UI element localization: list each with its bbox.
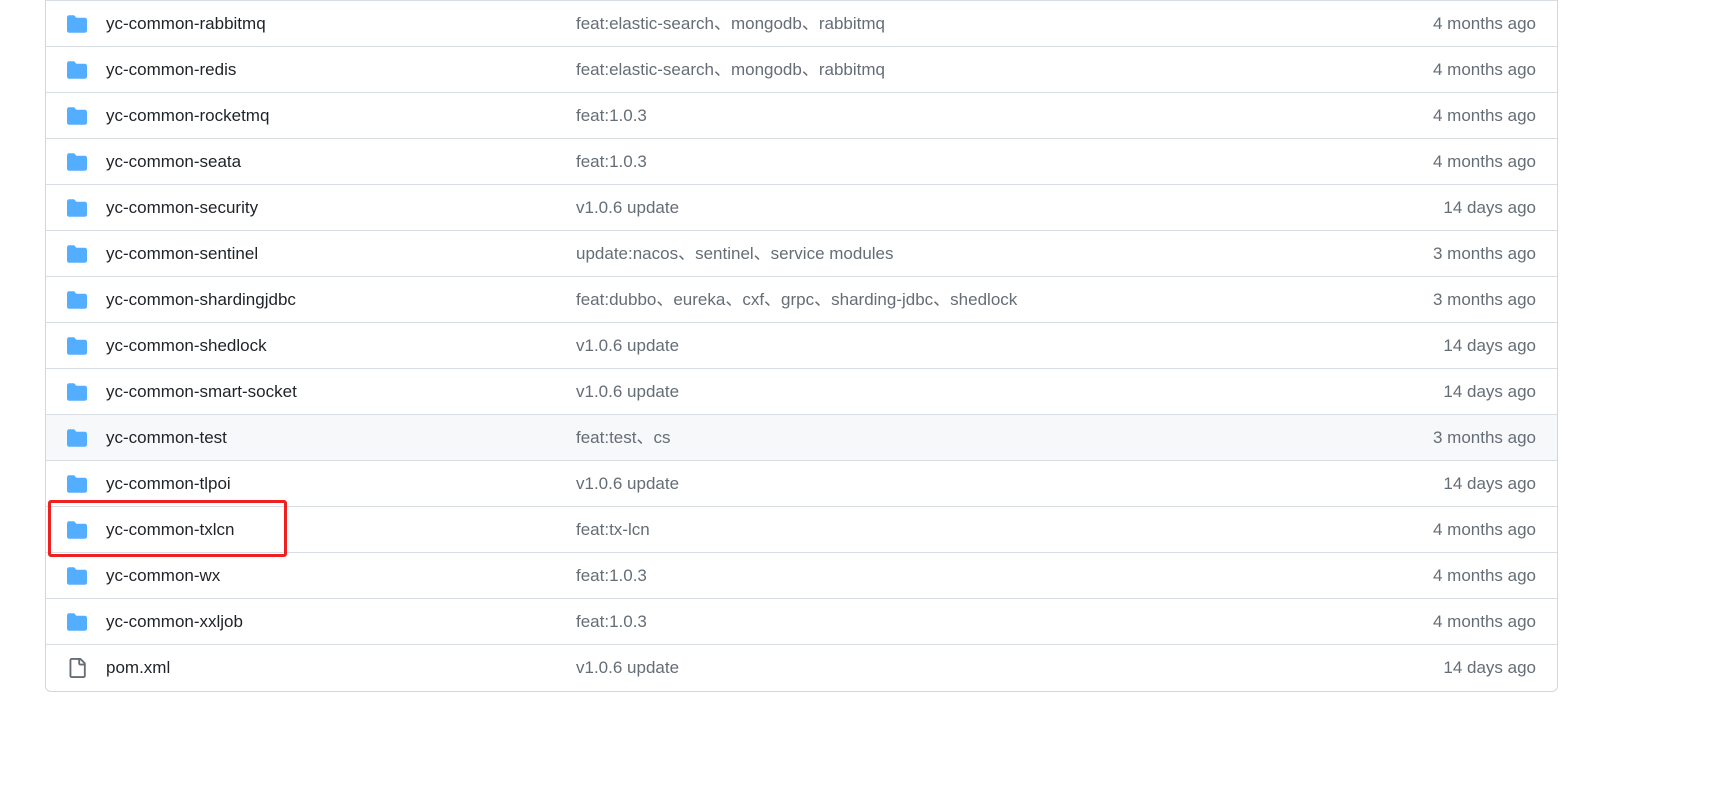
commit-age: 4 months ago bbox=[1432, 519, 1536, 539]
commit-message-link[interactable]: feat:elastic-search、mongodb、rabbitmq bbox=[576, 14, 885, 34]
file-name-link[interactable]: yc-common-redis bbox=[106, 60, 236, 80]
commit-age: 4 months ago bbox=[1432, 13, 1536, 33]
file-name-link[interactable]: yc-common-wx bbox=[106, 566, 220, 586]
file-name-link[interactable]: yc-common-xxljob bbox=[106, 612, 243, 632]
commit-age: 14 days ago bbox=[1443, 473, 1536, 493]
commit-message-link[interactable]: v1.0.6 update bbox=[576, 382, 679, 402]
file-name-link[interactable]: yc-common-txlcn bbox=[106, 520, 234, 540]
commit-age: 4 months ago bbox=[1432, 151, 1536, 171]
commit-message-link[interactable]: v1.0.6 update bbox=[576, 198, 679, 218]
file-name-link[interactable]: yc-common-rocketmq bbox=[106, 106, 269, 126]
commit-age: 4 months ago bbox=[1432, 611, 1536, 631]
folder-icon bbox=[67, 153, 87, 171]
commit-message-link[interactable]: v1.0.6 update bbox=[576, 658, 679, 678]
file-row-folder[interactable]: yc-common-redis feat:elastic-search、mong… bbox=[46, 46, 1557, 92]
folder-icon bbox=[67, 429, 87, 447]
file-name-link[interactable]: yc-common-test bbox=[106, 428, 227, 448]
file-row-folder[interactable]: yc-common-txlcn feat:tx-lcn 4 months ago bbox=[46, 506, 1557, 552]
file-name-link[interactable]: yc-common-sentinel bbox=[106, 244, 258, 264]
file-row-folder-hovered[interactable]: yc-common-test feat:test、cs 3 months ago bbox=[46, 414, 1557, 460]
file-name-link[interactable]: yc-common-seata bbox=[106, 152, 241, 172]
file-name-link[interactable]: yc-common-shardingjdbc bbox=[106, 290, 296, 310]
file-row-folder[interactable]: yc-common-shardingjdbc feat:dubbo、eureka… bbox=[46, 276, 1557, 322]
commit-age: 4 months ago bbox=[1432, 565, 1536, 585]
commit-age: 14 days ago bbox=[1443, 335, 1536, 355]
commit-message-link[interactable]: feat:dubbo、eureka、cxf、grpc、sharding-jdbc… bbox=[576, 290, 1017, 310]
file-row-file[interactable]: pom.xml v1.0.6 update 14 days ago bbox=[46, 644, 1557, 690]
commit-age: 4 months ago bbox=[1432, 59, 1536, 79]
folder-icon bbox=[67, 337, 87, 355]
commit-age: 14 days ago bbox=[1443, 657, 1536, 677]
commit-message-link[interactable]: feat:tx-lcn bbox=[576, 520, 650, 540]
commit-age: 14 days ago bbox=[1443, 197, 1536, 217]
commit-message-link[interactable]: feat:1.0.3 bbox=[576, 612, 647, 632]
folder-icon bbox=[67, 383, 87, 401]
commit-message-link[interactable]: feat:test、cs bbox=[576, 428, 670, 448]
folder-icon bbox=[67, 521, 87, 539]
file-name-link[interactable]: yc-common-rabbitmq bbox=[106, 14, 266, 34]
file-row-folder[interactable]: yc-common-wx feat:1.0.3 4 months ago bbox=[46, 552, 1557, 598]
file-row-folder[interactable]: yc-common-tlpoi v1.0.6 update 14 days ag… bbox=[46, 460, 1557, 506]
folder-icon bbox=[67, 15, 87, 33]
commit-message-link[interactable]: v1.0.6 update bbox=[576, 336, 679, 356]
commit-message-link[interactable]: feat:elastic-search、mongodb、rabbitmq bbox=[576, 60, 885, 80]
file-row-folder[interactable]: yc-common-shedlock v1.0.6 update 14 days… bbox=[46, 322, 1557, 368]
folder-icon bbox=[67, 475, 87, 493]
commit-message-link[interactable]: update:nacos、sentinel、service modules bbox=[576, 244, 894, 264]
commit-age: 3 months ago bbox=[1432, 243, 1536, 263]
file-row-folder[interactable]: yc-common-rocketmq feat:1.0.3 4 months a… bbox=[46, 92, 1557, 138]
commit-message-link[interactable]: feat:1.0.3 bbox=[576, 566, 647, 586]
folder-icon bbox=[67, 199, 87, 217]
file-icon bbox=[69, 658, 86, 678]
folder-icon bbox=[67, 61, 87, 79]
commit-message-link[interactable]: feat:1.0.3 bbox=[576, 106, 647, 126]
commit-age: 3 months ago bbox=[1432, 427, 1536, 447]
commit-age: 4 months ago bbox=[1432, 105, 1536, 125]
file-row-folder[interactable]: yc-common-rabbitmq feat:elastic-search、m… bbox=[46, 0, 1557, 46]
commit-message-link[interactable]: v1.0.6 update bbox=[576, 474, 679, 494]
file-name-link[interactable]: yc-common-shedlock bbox=[106, 336, 267, 356]
file-name-link[interactable]: yc-common-tlpoi bbox=[106, 474, 231, 494]
folder-icon bbox=[67, 245, 87, 263]
file-row-folder[interactable]: yc-common-sentinel update:nacos、sentinel… bbox=[46, 230, 1557, 276]
commit-age: 14 days ago bbox=[1443, 381, 1536, 401]
folder-icon bbox=[67, 107, 87, 125]
file-row-folder[interactable]: yc-common-smart-socket v1.0.6 update 14 … bbox=[46, 368, 1557, 414]
file-name-link[interactable]: pom.xml bbox=[106, 658, 170, 678]
file-name-link[interactable]: yc-common-security bbox=[106, 198, 258, 218]
folder-icon bbox=[67, 567, 87, 585]
file-list-table: yc-common-rabbitmq feat:elastic-search、m… bbox=[45, 0, 1558, 692]
file-name-link[interactable]: yc-common-smart-socket bbox=[106, 382, 297, 402]
file-row-folder[interactable]: yc-common-xxljob feat:1.0.3 4 months ago bbox=[46, 598, 1557, 644]
file-row-folder[interactable]: yc-common-seata feat:1.0.3 4 months ago bbox=[46, 138, 1557, 184]
commit-age: 3 months ago bbox=[1432, 289, 1536, 309]
commit-message-link[interactable]: feat:1.0.3 bbox=[576, 152, 647, 172]
folder-icon bbox=[67, 291, 87, 309]
folder-icon bbox=[67, 613, 87, 631]
file-row-folder[interactable]: yc-common-security v1.0.6 update 14 days… bbox=[46, 184, 1557, 230]
